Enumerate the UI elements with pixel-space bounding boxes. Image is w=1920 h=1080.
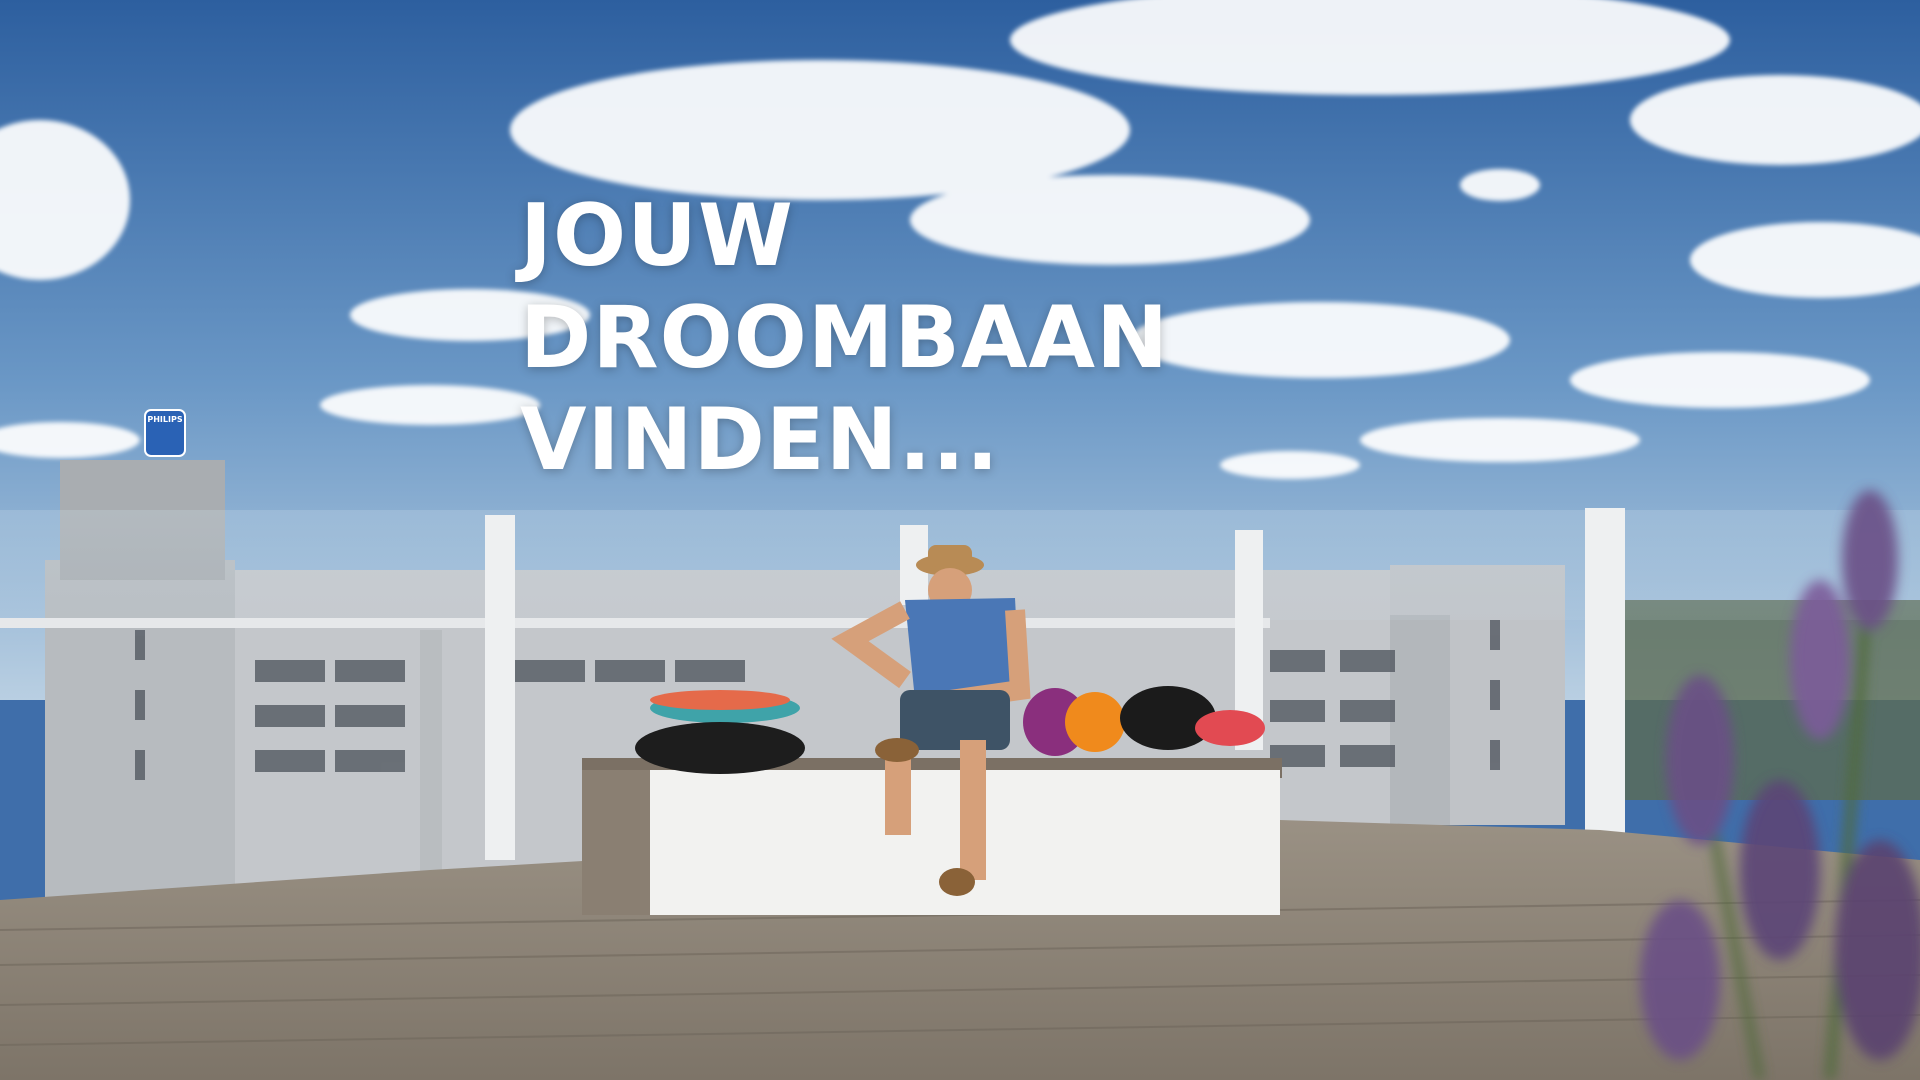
bench	[582, 758, 1282, 915]
headline: JOUW DROOMBAAN VINDEN...	[520, 185, 1169, 491]
headline-line-3: VINDEN...	[520, 390, 1000, 490]
headline-line-1: JOUW	[520, 186, 794, 286]
philips-logo-text: PHILIPS	[147, 415, 182, 424]
philips-logo: PHILIPS	[144, 409, 186, 457]
headline-line-2: DROOMBAAN	[520, 288, 1170, 388]
handrail	[0, 618, 1270, 628]
rooftop-scene: PHILIPS	[0, 0, 1920, 1080]
distant-trees	[1600, 600, 1920, 800]
